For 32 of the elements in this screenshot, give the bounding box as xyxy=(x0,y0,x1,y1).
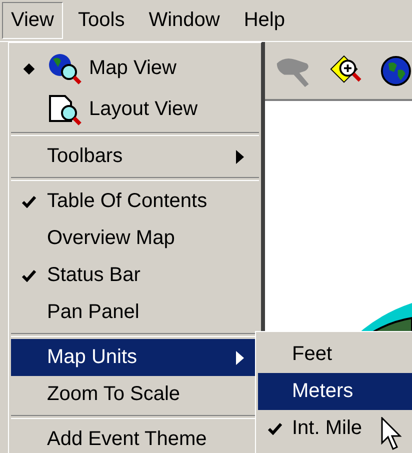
menu-item-label: Zoom To Scale xyxy=(47,383,182,406)
globe-magnifier-icon xyxy=(47,52,83,86)
menu-item[interactable]: Pan Panel xyxy=(11,294,259,331)
menu-item-label: Add Event Theme xyxy=(47,428,208,451)
menu-item-label: Overview Map xyxy=(47,227,176,250)
menu-item[interactable]: Layout View xyxy=(11,89,259,130)
menu-item-label: Toolbars xyxy=(47,145,124,168)
globe-icon[interactable] xyxy=(380,54,412,88)
menu-item[interactable]: Table Of Contents xyxy=(11,183,259,220)
menu-item[interactable]: Add Event Theme xyxy=(11,421,259,453)
menu-item-label: Map Units xyxy=(47,346,138,369)
menu-item[interactable]: Meters xyxy=(258,373,412,410)
menu-item-label: Map View xyxy=(89,57,178,80)
menu-item[interactable]: Toolbars xyxy=(11,138,259,175)
menu-item[interactable]: Int. Mile xyxy=(258,410,412,447)
page-magnifier-icon xyxy=(47,92,83,126)
menu-item[interactable]: Overview Map xyxy=(11,220,259,257)
menu-item[interactable]: Feet xyxy=(258,336,412,373)
menu-item-label: Pan Panel xyxy=(47,301,140,324)
menu-bar-item[interactable]: View xyxy=(2,2,63,39)
menu-item[interactable]: Status Bar xyxy=(11,257,259,294)
menu-item[interactable]: Map View xyxy=(11,48,259,89)
menu-bar-item[interactable]: Help xyxy=(234,2,294,39)
menu-bar-item[interactable]: Tools xyxy=(69,2,134,39)
menu-item-label: Meters xyxy=(292,380,354,403)
menu-item-label: Layout View xyxy=(89,98,199,121)
menu-item-label: Feet xyxy=(292,343,332,366)
menu-item-label: Table Of Contents xyxy=(47,190,208,213)
menu-bar-item[interactable]: Window xyxy=(140,2,229,39)
menu-item-label: Status Bar xyxy=(47,264,142,287)
menu-item[interactable]: Zoom To Scale xyxy=(11,376,259,413)
menu-item-label: Int. Mile xyxy=(292,417,362,440)
